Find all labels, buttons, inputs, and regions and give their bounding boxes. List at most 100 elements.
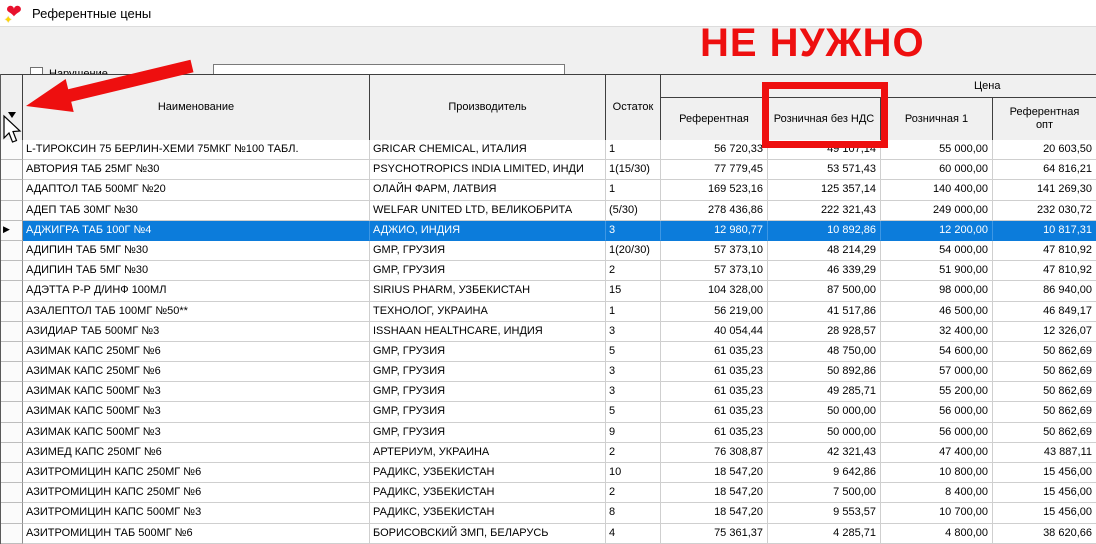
column-header-reference[interactable]: Референтная [661,98,768,141]
name-cell: АЗИТРОМИЦИН ТАБ 500МГ №6 [23,524,370,544]
retail1-cell: 140 400,00 [881,180,993,200]
column-header-retail1[interactable]: Розничная 1 [881,98,993,141]
reference-opt-cell: 141 269,30 [993,180,1096,200]
retail-no-vat-cell: 41 517,86 [768,302,881,322]
manufacturer-cell: ОЛАЙН ФАРМ, ЛАТВИЯ [370,180,606,200]
retail-no-vat-cell: 4 285,71 [768,524,881,544]
table-row-selected[interactable]: ▶АДЖИГРА ТАБ 100Г №4АДЖИО, ИНДИЯ312 980,… [1,221,1096,241]
reference-opt-cell: 50 862,69 [993,342,1096,362]
reference-opt-cell: 10 817,31 [993,221,1096,241]
reference-price-cell: 57 373,10 [661,261,768,281]
retail1-cell: 12 200,00 [881,221,993,241]
window-title: Референтные цены [32,6,151,21]
name-cell: АЗИТРОМИЦИН КАПС 250МГ №6 [23,483,370,503]
retail1-cell: 98 000,00 [881,281,993,301]
chevron-down-icon[interactable] [8,112,16,118]
retail1-cell: 249 000,00 [881,201,993,221]
reference-price-cell: 61 035,23 [661,402,768,422]
table-row[interactable]: АЗИТРОМИЦИН КАПС 500МГ №3РАДИКС, УЗБЕКИС… [1,503,1096,523]
reference-opt-cell: 50 862,69 [993,402,1096,422]
row-indicator [1,160,23,180]
reference-opt-cell: 86 940,00 [993,281,1096,301]
table-row[interactable]: АДАПТОЛ ТАБ 500МГ №20ОЛАЙН ФАРМ, ЛАТВИЯ 1… [1,180,1096,200]
table-row[interactable]: АДЭТТА Р-Р Д/ИНФ 100МЛSIRIUS PHARM, УЗБЕ… [1,281,1096,301]
retail1-cell: 10 700,00 [881,503,993,523]
table-row[interactable]: АЗИМАК КАПС 500МГ №3GMP, ГРУЗИЯ961 035,2… [1,423,1096,443]
reference-price-cell: 61 035,23 [661,382,768,402]
retail1-cell: 55 000,00 [881,140,993,160]
grid-header: Наименование Производитель Остаток Цена … [1,74,1096,140]
row-indicator [1,483,23,503]
table-row[interactable]: АЗИМАК КАПС 250МГ №6GMP, ГРУЗИЯ561 035,2… [1,342,1096,362]
retail-no-vat-cell: 10 892,86 [768,221,881,241]
table-row[interactable]: АЗИМАК КАПС 250МГ №6GMP, ГРУЗИЯ361 035,2… [1,362,1096,382]
row-indicator [1,423,23,443]
column-header-name[interactable]: Наименование [23,75,370,141]
retail-no-vat-cell: 50 892,86 [768,362,881,382]
manufacturer-cell: GMP, ГРУЗИЯ [370,261,606,281]
manufacturer-cell: БОРИСОВСКИЙ ЗМП, БЕЛАРУСЬ [370,524,606,544]
reference-price-cell: 75 361,37 [661,524,768,544]
app-window: ❤✦ Референтные цены Нарушение Наименован… [0,0,1096,544]
retail1-cell: 4 800,00 [881,524,993,544]
table-row[interactable]: АДЕП ТАБ 30МГ №30WELFAR UNITED LTD, ВЕЛИ… [1,201,1096,221]
retail1-cell: 32 400,00 [881,322,993,342]
stock-cell: 4 [606,524,661,544]
reference-opt-cell: 50 862,69 [993,423,1096,443]
table-row[interactable]: АДИПИН ТАБ 5МГ №30GMP, ГРУЗИЯ1(20/30)57 … [1,241,1096,261]
retail1-cell: 56 000,00 [881,402,993,422]
retail1-cell: 57 000,00 [881,362,993,382]
indicator-column-header[interactable] [1,75,23,141]
table-row[interactable]: АЗИМЕД КАПС 250МГ №6АРТЕРИУМ, УКРАИНА276… [1,443,1096,463]
retail-no-vat-cell: 49 285,71 [768,382,881,402]
stock-cell: 1(20/30) [606,241,661,261]
retail-no-vat-cell: 222 321,43 [768,201,881,221]
table-row[interactable]: АЗИТРОМИЦИН ТАБ 500МГ №6БОРИСОВСКИЙ ЗМП,… [1,524,1096,544]
retail-no-vat-cell: 28 928,57 [768,322,881,342]
name-cell: АЗИТРОМИЦИН КАПС 250МГ №6 [23,463,370,483]
name-cell: АДАПТОЛ ТАБ 500МГ №20 [23,180,370,200]
table-row[interactable]: L-ТИРОКСИН 75 БЕРЛИН-ХЕМИ 75МКГ №100 ТАБ… [1,140,1096,160]
price-grid: Наименование Производитель Остаток Цена … [0,74,1096,544]
retail1-cell: 54 000,00 [881,241,993,261]
stock-cell: 3 [606,362,661,382]
retail1-cell: 51 900,00 [881,261,993,281]
manufacturer-cell: РАДИКС, УЗБЕКИСТАН [370,503,606,523]
column-header-reference-opt[interactable]: Референтная опт [993,98,1096,141]
reference-price-cell: 57 373,10 [661,241,768,261]
stock-cell: 2 [606,483,661,503]
table-row[interactable]: АВТОРИЯ ТАБ 25МГ №30PSYCHOTROPICS INDIA … [1,160,1096,180]
row-indicator [1,241,23,261]
table-row[interactable]: АЗИДИАР ТАБ 500МГ №3ISSHAAN HEALTHCARE, … [1,322,1096,342]
manufacturer-cell: GMP, ГРУЗИЯ [370,382,606,402]
reference-price-cell: 12 980,77 [661,221,768,241]
heart-icon: ❤✦ [6,2,28,24]
table-row[interactable]: АЗИМАК КАПС 500МГ №3GMP, ГРУЗИЯ561 035,2… [1,402,1096,422]
reference-opt-cell: 47 810,92 [993,261,1096,281]
stock-cell: 9 [606,423,661,443]
table-row[interactable]: АЗИТРОМИЦИН КАПС 250МГ №6РАДИКС, УЗБЕКИС… [1,463,1096,483]
stock-cell: 3 [606,322,661,342]
grid-body: L-ТИРОКСИН 75 БЕРЛИН-ХЕМИ 75МКГ №100 ТАБ… [1,140,1096,544]
retail-no-vat-cell: 87 500,00 [768,281,881,301]
name-cell: L-ТИРОКСИН 75 БЕРЛИН-ХЕМИ 75МКГ №100 ТАБ… [23,140,370,160]
row-indicator [1,322,23,342]
column-header-manufacturer[interactable]: Производитель [370,75,606,141]
reference-price-cell: 18 547,20 [661,463,768,483]
row-indicator [1,281,23,301]
table-row[interactable]: АЗИМАК КАПС 500МГ №3GMP, ГРУЗИЯ361 035,2… [1,382,1096,402]
retail-no-vat-cell: 125 357,14 [768,180,881,200]
retail1-cell: 46 500,00 [881,302,993,322]
retail1-cell: 47 400,00 [881,443,993,463]
column-header-stock[interactable]: Остаток [606,75,661,141]
manufacturer-cell: АРТЕРИУМ, УКРАИНА [370,443,606,463]
table-row[interactable]: АДИПИН ТАБ 5МГ №30GMP, ГРУЗИЯ257 373,104… [1,261,1096,281]
table-row[interactable]: АЗИТРОМИЦИН КАПС 250МГ №6РАДИКС, УЗБЕКИС… [1,483,1096,503]
row-indicator: ▶ [1,221,23,241]
table-row[interactable]: АЗАЛЕПТОЛ ТАБ 100МГ №50**ТЕХНОЛОГ, УКРАИ… [1,302,1096,322]
row-indicator [1,180,23,200]
retail1-cell: 10 800,00 [881,463,993,483]
retail1-cell: 60 000,00 [881,160,993,180]
row-indicator [1,402,23,422]
manufacturer-cell: GMP, ГРУЗИЯ [370,362,606,382]
